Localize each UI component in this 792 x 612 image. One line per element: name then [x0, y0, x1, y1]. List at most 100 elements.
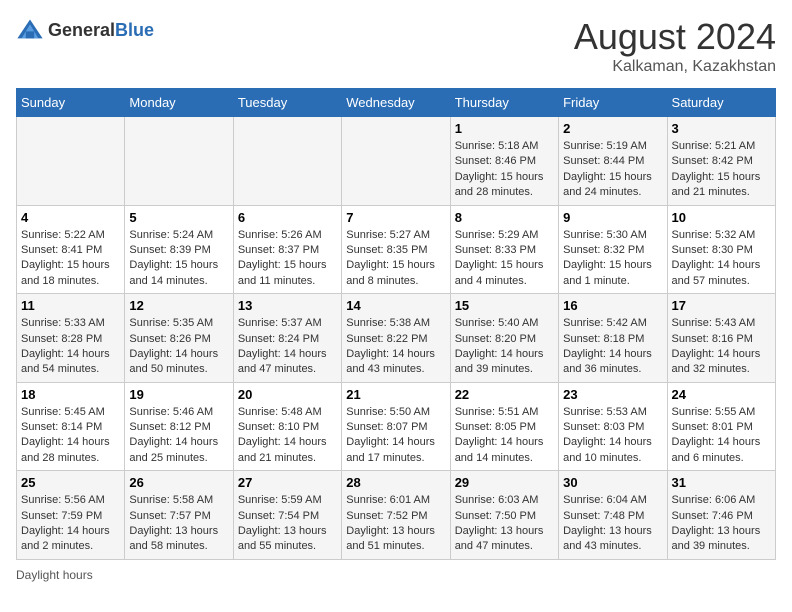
calendar-cell: 11Sunrise: 5:33 AM Sunset: 8:28 PM Dayli… [17, 294, 125, 383]
day-number: 7 [346, 210, 445, 225]
calendar-week-row: 4Sunrise: 5:22 AM Sunset: 8:41 PM Daylig… [17, 205, 776, 294]
logo: GeneralBlue [16, 16, 154, 44]
day-info: Sunrise: 5:48 AM Sunset: 8:10 PM Dayligh… [238, 405, 337, 467]
day-number: 3 [672, 121, 771, 136]
day-info: Sunrise: 5:29 AM Sunset: 8:33 PM Dayligh… [455, 228, 554, 290]
day-number: 20 [238, 387, 337, 402]
calendar-cell: 25 Sunrise: 5:56 AM Sunset: 7:59 PM Dayli… [17, 471, 125, 560]
calendar-cell: 4Sunrise: 5:22 AM Sunset: 8:41 PM Daylig… [17, 205, 125, 294]
calendar-week-row: 18 Sunrise: 5:45 AM Sunset: 8:14 PM Dayli… [17, 382, 776, 471]
calendar-cell: 17Sunrise: 5:43 AM Sunset: 8:16 PM Dayli… [667, 294, 775, 383]
calendar-cell: 20 Sunrise: 5:48 AM Sunset: 8:10 PM Dayli… [233, 382, 341, 471]
day-number: 2 [563, 121, 662, 136]
day-number: 30 [563, 475, 662, 490]
day-number: 26 [129, 475, 228, 490]
calendar-cell: 30 Sunrise: 6:04 AM Sunset: 7:48 PM Dayli… [559, 471, 667, 560]
calendar-cell: 8 Sunrise: 5:29 AM Sunset: 8:33 PM Daylig… [450, 205, 558, 294]
day-info: Sunrise: 5:42 AM Sunset: 8:18 PM Dayligh… [563, 316, 662, 378]
calendar-cell: 10 Sunrise: 5:32 AM Sunset: 8:30 PM Dayli… [667, 205, 775, 294]
calendar-cell: 12Sunrise: 5:35 AM Sunset: 8:26 PM Dayli… [125, 294, 233, 383]
day-info: Sunrise: 5:45 AM Sunset: 8:14 PM Dayligh… [21, 405, 120, 467]
calendar-cell: 31Sunrise: 6:06 AM Sunset: 7:46 PM Dayli… [667, 471, 775, 560]
day-number: 10 [672, 210, 771, 225]
calendar-cell: 9Sunrise: 5:30 AM Sunset: 8:32 PM Daylig… [559, 205, 667, 294]
day-number: 22 [455, 387, 554, 402]
calendar-cell: 1 Sunrise: 5:18 AM Sunset: 8:46 PM Daylig… [450, 117, 558, 206]
footer: Daylight hours [16, 568, 776, 582]
day-header-wednesday: Wednesday [342, 89, 450, 117]
day-number: 24 [672, 387, 771, 402]
month-year: August 2024 [574, 16, 776, 58]
day-number: 19 [129, 387, 228, 402]
day-info: Sunrise: 6:04 AM Sunset: 7:48 PM Dayligh… [563, 493, 662, 555]
calendar-cell: 15Sunrise: 5:40 AM Sunset: 8:20 PM Dayli… [450, 294, 558, 383]
day-header-sunday: Sunday [17, 89, 125, 117]
day-info: Sunrise: 5:43 AM Sunset: 8:16 PM Dayligh… [672, 316, 771, 378]
day-header-monday: Monday [125, 89, 233, 117]
day-header-friday: Friday [559, 89, 667, 117]
day-number: 11 [21, 298, 120, 313]
calendar-cell: 22Sunrise: 5:51 AM Sunset: 8:05 PM Dayli… [450, 382, 558, 471]
calendar-week-row: 1 Sunrise: 5:18 AM Sunset: 8:46 PM Daylig… [17, 117, 776, 206]
day-header-tuesday: Tuesday [233, 89, 341, 117]
logo-text: GeneralBlue [48, 20, 154, 41]
day-number: 1 [455, 121, 554, 136]
calendar-cell: 13 Sunrise: 5:37 AM Sunset: 8:24 PM Dayli… [233, 294, 341, 383]
calendar-cell [125, 117, 233, 206]
day-info: Sunrise: 5:53 AM Sunset: 8:03 PM Dayligh… [563, 405, 662, 467]
logo-general: General [48, 20, 115, 40]
day-info: Sunrise: 6:03 AM Sunset: 7:50 PM Dayligh… [455, 493, 554, 555]
day-info: Sunrise: 5:21 AM Sunset: 8:42 PM Dayligh… [672, 139, 771, 201]
calendar-cell: 6Sunrise: 5:26 AM Sunset: 8:37 PM Daylig… [233, 205, 341, 294]
day-info: Sunrise: 5:30 AM Sunset: 8:32 PM Dayligh… [563, 228, 662, 290]
calendar-cell: 26Sunrise: 5:58 AM Sunset: 7:57 PM Dayli… [125, 471, 233, 560]
day-info: Sunrise: 5:32 AM Sunset: 8:30 PM Dayligh… [672, 228, 771, 290]
day-info: Sunrise: 5:56 AM Sunset: 7:59 PM Dayligh… [21, 493, 120, 555]
day-number: 16 [563, 298, 662, 313]
day-number: 18 [21, 387, 120, 402]
calendar-cell: 19 Sunrise: 5:46 AM Sunset: 8:12 PM Dayli… [125, 382, 233, 471]
calendar-cell [342, 117, 450, 206]
day-info: Sunrise: 5:59 AM Sunset: 7:54 PM Dayligh… [238, 493, 337, 555]
day-info: Sunrise: 5:37 AM Sunset: 8:24 PM Dayligh… [238, 316, 337, 378]
day-info: Sunrise: 5:46 AM Sunset: 8:12 PM Dayligh… [129, 405, 228, 467]
calendar-cell: 5Sunrise: 5:24 AM Sunset: 8:39 PM Daylig… [125, 205, 233, 294]
calendar-cell: 27 Sunrise: 5:59 AM Sunset: 7:54 PM Dayli… [233, 471, 341, 560]
day-info: Sunrise: 5:18 AM Sunset: 8:46 PM Dayligh… [455, 139, 554, 201]
title-block: August 2024 Kalkaman, Kazakhstan [574, 16, 776, 76]
day-header-thursday: Thursday [450, 89, 558, 117]
day-number: 27 [238, 475, 337, 490]
day-info: Sunrise: 5:40 AM Sunset: 8:20 PM Dayligh… [455, 316, 554, 378]
day-number: 4 [21, 210, 120, 225]
calendar-cell: 3 Sunrise: 5:21 AM Sunset: 8:42 PM Daylig… [667, 117, 775, 206]
day-number: 13 [238, 298, 337, 313]
day-number: 6 [238, 210, 337, 225]
calendar-cell: 23 Sunrise: 5:53 AM Sunset: 8:03 PM Dayli… [559, 382, 667, 471]
calendar-cell: 24 Sunrise: 5:55 AM Sunset: 8:01 PM Dayli… [667, 382, 775, 471]
day-info: Sunrise: 6:06 AM Sunset: 7:46 PM Dayligh… [672, 493, 771, 555]
calendar-cell [233, 117, 341, 206]
logo-blue: Blue [115, 20, 154, 40]
calendar-header-row: SundayMondayTuesdayWednesdayThursdayFrid… [17, 89, 776, 117]
day-number: 8 [455, 210, 554, 225]
day-number: 14 [346, 298, 445, 313]
day-number: 12 [129, 298, 228, 313]
day-info: Sunrise: 5:19 AM Sunset: 8:44 PM Dayligh… [563, 139, 662, 201]
calendar-table: SundayMondayTuesdayWednesdayThursdayFrid… [16, 88, 776, 560]
calendar-cell: 2 Sunrise: 5:19 AM Sunset: 8:44 PM Daylig… [559, 117, 667, 206]
day-number: 28 [346, 475, 445, 490]
day-info: Sunrise: 5:55 AM Sunset: 8:01 PM Dayligh… [672, 405, 771, 467]
day-info: Sunrise: 5:24 AM Sunset: 8:39 PM Dayligh… [129, 228, 228, 290]
day-info: Sunrise: 6:01 AM Sunset: 7:52 PM Dayligh… [346, 493, 445, 555]
day-number: 23 [563, 387, 662, 402]
day-info: Sunrise: 5:27 AM Sunset: 8:35 PM Dayligh… [346, 228, 445, 290]
calendar-week-row: 25 Sunrise: 5:56 AM Sunset: 7:59 PM Dayli… [17, 471, 776, 560]
calendar-cell [17, 117, 125, 206]
calendar-cell: 14 Sunrise: 5:38 AM Sunset: 8:22 PM Dayli… [342, 294, 450, 383]
calendar-week-row: 11Sunrise: 5:33 AM Sunset: 8:28 PM Dayli… [17, 294, 776, 383]
day-header-saturday: Saturday [667, 89, 775, 117]
day-number: 29 [455, 475, 554, 490]
day-number: 25 [21, 475, 120, 490]
location: Kalkaman, Kazakhstan [574, 58, 776, 76]
day-info: Sunrise: 5:38 AM Sunset: 8:22 PM Dayligh… [346, 316, 445, 378]
